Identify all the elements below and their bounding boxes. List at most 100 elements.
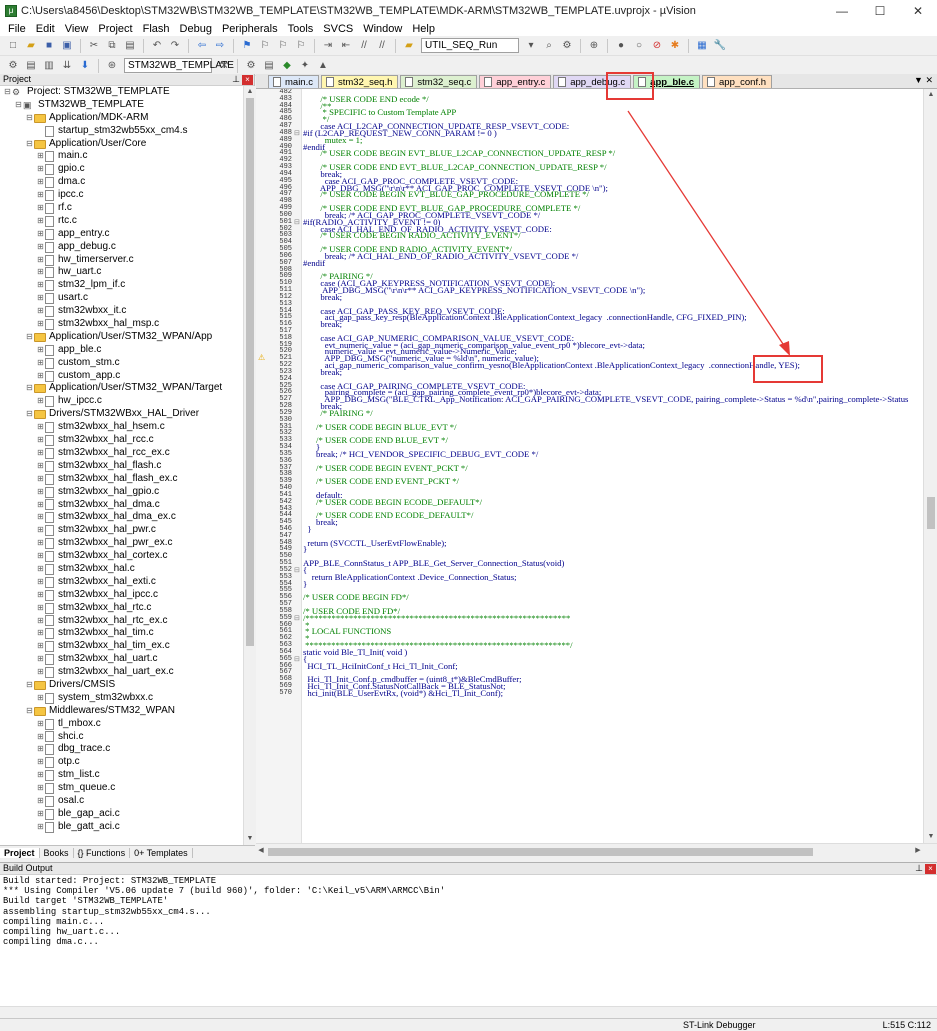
save-icon[interactable]: ■ [42,39,56,53]
expand-toggle-icon[interactable]: ⊞ [36,279,45,292]
code-line[interactable]: 554} [256,579,921,588]
tab-main-c[interactable]: main.c [268,75,319,88]
next-bookmark-icon[interactable]: ⚐ [276,39,290,53]
tree-item[interactable]: ⊞ stm32wbxx_hal_uart.c [0,653,243,666]
expand-toggle-icon[interactable]: ⊟ [25,382,34,395]
tree-item[interactable]: ⊞ stm32wbxx_hal_pwr_ex.c [0,537,243,550]
expand-toggle-icon[interactable]: ⊞ [36,318,45,331]
code-line[interactable]: 548 return (SVCCTL_UserEvtFlowEnable); [256,538,921,547]
tree-item[interactable]: ⊞ custom_app.c [0,370,243,383]
function-combo[interactable]: UTIL_SEQ_Run [421,38,519,53]
menu-peripherals[interactable]: Peripherals [217,23,283,35]
code-line[interactable]: 533 /* USER CODE END BLUE_EVT */ [256,436,921,445]
tree-item[interactable]: ⊟ Application/MDK-ARM [0,112,243,125]
tree-item[interactable]: ⊞ dma.c [0,176,243,189]
code-line[interactable]: 549} [256,545,921,554]
code-line[interactable]: 493 /* USER CODE END EVT_BLUE_L2CAP_CONN… [256,163,921,172]
tree-item[interactable]: ⊞ stm32wbxx_hal_pwr.c [0,524,243,537]
tree-item[interactable]: ⊞ stm32wbxx_hal_cortex.c [0,550,243,563]
expand-toggle-icon[interactable]: ⊞ [36,511,45,524]
window-layout-icon[interactable]: ▦ [695,39,709,53]
scrollbar-thumb[interactable] [268,848,813,856]
combo-dropdown-icon[interactable]: ▾ [524,39,538,53]
prev-bookmark-icon[interactable]: ⚐ [258,39,272,53]
tab-app-conf-h[interactable]: app_conf.h [702,75,773,88]
tree-item[interactable]: ⊟ Drivers/STM32WBxx_HAL_Driver [0,408,243,421]
menu-help[interactable]: Help [407,23,440,35]
tree-item[interactable]: ⊞ stm32wbxx_hal.c [0,563,243,576]
tree-item[interactable]: ⊟ Drivers/CMSIS [0,679,243,692]
menu-edit[interactable]: Edit [31,23,60,35]
file-extensions-icon[interactable]: ▤ [262,59,276,73]
unindent-icon[interactable]: ⇤ [339,39,353,53]
tree-item[interactable]: ⊞ hw_timerserver.c [0,254,243,267]
expand-toggle-icon[interactable]: ⊞ [36,524,45,537]
expand-toggle-icon[interactable]: ⊞ [36,447,45,460]
tree-item[interactable]: ⊞ osal.c [0,795,243,808]
fold-toggle-icon[interactable]: ⊟ [294,218,302,226]
tree-item[interactable]: ⊟ Middlewares/STM32_WPAN [0,705,243,718]
code-line[interactable]: 512 break; [256,293,921,302]
expand-toggle-icon[interactable]: ⊞ [36,627,45,640]
tree-item[interactable]: ⊞ hw_ipcc.c [0,395,243,408]
code-line[interactable]: 561 * LOCAL FUNCTIONS [256,627,921,636]
tree-item[interactable]: ⊞ stm32wbxx_hal_dma_ex.c [0,511,243,524]
find-in-files-icon[interactable]: ▰ [402,39,416,53]
tree-item[interactable]: ⊞ stm32wbxx_hal_exti.c [0,576,243,589]
expand-toggle-icon[interactable]: ⊞ [36,473,45,486]
code-line[interactable]: 537 /* USER CODE BEGIN EVENT_PCKT */ [256,463,921,472]
tree-item[interactable]: ⊞ stm32wbxx_hal_dma.c [0,499,243,512]
code-line[interactable]: 542 /* USER CODE BEGIN ECODE_DEFAULT*/ [256,497,921,506]
scroll-up-arrow-icon[interactable]: ▲ [924,89,937,101]
download-icon[interactable]: ⬇ [78,59,92,73]
tree-item[interactable]: ⊞ stm32wbxx_hal_ipcc.c [0,589,243,602]
code-line[interactable]: 527 APP_DBG_MSG("BLE_CTRL_App_Notificati… [256,395,921,404]
tree-item[interactable]: ⊞ stm32wbxx_hal_rcc.c [0,434,243,447]
tab-books[interactable]: Books [40,847,74,858]
code-line[interactable]: 564 static void Ble_Tl_Init( void ) [256,648,921,657]
menu-window[interactable]: Window [358,23,407,35]
tree-item[interactable]: ⊞ usart.c [0,292,243,305]
configure-icon[interactable]: ✱ [668,39,682,53]
expand-toggle-icon[interactable]: ⊞ [36,692,45,705]
tree-item[interactable]: ⊞ stm32wbxx_hal_flash_ex.c [0,473,243,486]
expand-toggle-icon[interactable]: ⊞ [36,550,45,563]
close-panel-icon[interactable]: × [242,75,253,85]
undo-icon[interactable]: ↶ [150,39,164,53]
expand-toggle-icon[interactable]: ⊞ [36,718,45,731]
tree-item[interactable]: ⊞ stm32wbxx_hal_uart_ex.c [0,666,243,679]
fold-toggle-icon[interactable]: ⊟ [294,567,302,574]
code-line[interactable]: 506 break; /* ACI_HAL_END_OF_RADIO_ACTIV… [256,252,921,261]
build-output-text[interactable]: Build started: Project: STM32WB_TEMPLATE… [0,875,937,948]
build-output-scrollbar[interactable] [0,1006,937,1018]
menu-file[interactable]: File [3,23,31,35]
expand-toggle-icon[interactable]: ⊞ [36,615,45,628]
expand-toggle-icon[interactable]: ⊞ [36,254,45,267]
expand-toggle-icon[interactable]: ⊟ [25,705,34,718]
tree-item[interactable]: ⊞ stm32wbxx_hal_tim_ex.c [0,640,243,653]
build-icon[interactable]: ▤ [24,59,38,73]
tree-item[interactable]: ⊞ app_debug.c [0,241,243,254]
indent-icon[interactable]: ⇥ [321,39,335,53]
tree-item[interactable]: ⊞ shci.c [0,731,243,744]
tree-item[interactable]: ⊞ rtc.c [0,215,243,228]
code-line[interactable]: 544 /* USER CODE END ECODE_DEFAULT*/ [256,511,921,520]
uncomment-icon[interactable]: // [375,39,389,53]
expand-toggle-icon[interactable]: ⊞ [36,150,45,163]
incremental-find-icon[interactable]: ⚙ [560,39,574,53]
tree-item[interactable]: ⊞ app_ble.c [0,344,243,357]
bookmark-icon[interactable]: ⚑ [240,39,254,53]
expand-toggle-icon[interactable]: ⊞ [36,395,45,408]
code-line[interactable]: 559 ⊟/***********************************… [256,614,921,623]
code-line[interactable]: 516 break; [256,320,921,329]
tree-item[interactable]: ⊞ stm32wbxx_hal_msp.c [0,318,243,331]
expand-toggle-icon[interactable]: ⊞ [36,202,45,215]
scroll-up-arrow-icon[interactable]: ▲ [244,86,256,98]
tab-stm32-seq-c[interactable]: stm32_seq.c [400,75,478,88]
tree-item[interactable]: ⊞ stm32wbxx_it.c [0,305,243,318]
fold-toggle-icon[interactable]: ⊟ [294,130,302,137]
tree-item[interactable]: ⊞ gpio.c [0,163,243,176]
scrollbar-thumb[interactable] [246,98,254,646]
menu-flash[interactable]: Flash [138,23,175,35]
expand-toggle-icon[interactable]: ⊟ [25,679,34,692]
